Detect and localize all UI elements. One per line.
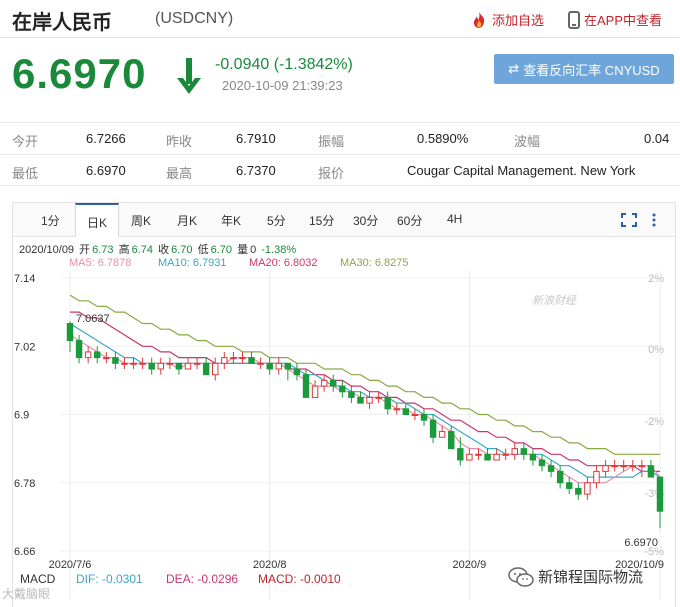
tab-yearly[interactable]: 年K (221, 212, 241, 229)
macd-value: MACD: -0.0010 (258, 572, 341, 586)
wechat-source: 新锦程国际物流 (508, 566, 643, 587)
kline-chart-card: 1分 日K 周K 月K 年K 5分 15分 30分 60分 4H 2020/10… (12, 202, 676, 607)
low-label: 低 (197, 244, 209, 256)
range-value: 0.04 (644, 131, 670, 146)
ohlc-readout: 2020/10/09 开 6.73 高 6.74 收 6.70 低 6.70 量0 -1… (19, 241, 298, 257)
open-label: 开 (79, 244, 91, 256)
ma10-legend: MA10: 6.7931 (158, 257, 227, 269)
tab-15min[interactable]: 15分 (309, 212, 334, 229)
stats-table: 今开 6.7266 昨收 6.7910 振幅 0.5890% 波幅 0.04 最… (0, 122, 680, 186)
high-label: 高 (118, 244, 130, 256)
quote-source-value: Cougar Capital Management. New York (407, 163, 636, 178)
current-price: 6.6970 (12, 50, 147, 97)
open-in-app-button[interactable]: 在APP中查看 (568, 10, 662, 29)
high-value: 6.74 (131, 244, 154, 256)
prev-close-value: 6.7910 (236, 131, 276, 146)
ma5-legend: MA5: 6.7878 (69, 257, 132, 269)
stats-row: 最低 6.6970 最高 6.7370 报价 Cougar Capital Ma… (0, 154, 680, 186)
page-header: 在岸人民币 (USDCNY) 添加自选 在APP中查看 (0, 0, 680, 38)
tab-30min[interactable]: 30分 (353, 212, 378, 229)
fullscreen-icon[interactable] (621, 213, 637, 227)
tab-60min[interactable]: 60分 (397, 212, 422, 229)
prev-close-label: 昨收 (166, 134, 193, 149)
ohlc-date: 2020/10/09 (19, 244, 75, 256)
more-options-icon[interactable] (649, 213, 659, 227)
reverse-rate-button[interactable]: ⇄ 查看反向汇率 CNYUSD (494, 54, 674, 84)
currency-code: (USDCNY) (155, 10, 234, 27)
volume-label: 量 (237, 244, 249, 256)
macd-dea: DEA: -0.0296 (166, 572, 239, 586)
volume-value: 0 (250, 244, 257, 256)
flame-icon (473, 11, 485, 28)
stats-row: 今开 6.7266 昨收 6.7910 振幅 0.5890% 波幅 0.04 (0, 122, 680, 154)
ma20-legend: MA20: 6.8032 (249, 257, 318, 269)
low-label: 最低 (12, 166, 39, 181)
high-value: 6.7370 (236, 163, 276, 178)
tab-5min[interactable]: 5分 (267, 212, 286, 229)
amplitude-value: 0.5890% (417, 131, 469, 146)
ma30-legend: MA30: 6.8275 (340, 257, 409, 269)
sina-watermark: 新浪财经 (532, 295, 576, 307)
tab-weekly[interactable]: 周K (131, 212, 151, 229)
low-value: 6.6970 (86, 163, 126, 178)
price-change: -0.0940 (-1.3842%) (215, 56, 353, 73)
open-value: 6.73 (92, 244, 114, 256)
amplitude-label: 振幅 (318, 134, 345, 149)
open-label: 今开 (12, 134, 39, 149)
close-label: 收 (158, 244, 170, 256)
reverse-rate-label: 查看反向汇率 CNYUSD (523, 62, 660, 78)
range-label: 波幅 (514, 134, 541, 149)
high-label: 最高 (166, 166, 193, 181)
down-arrow-icon (177, 58, 201, 94)
low-value: 6.70 (210, 244, 232, 256)
wechat-source-label: 新锦程国际物流 (538, 569, 644, 586)
period-tabs: 1分 日K 周K 月K 年K 5分 15分 30分 60分 4H (13, 203, 675, 237)
open-in-app-label: 在APP中查看 (584, 13, 663, 28)
close-value: 6.70 (171, 244, 193, 256)
wechat-icon (508, 566, 534, 587)
bottom-watermark: 大戴脑眼 (2, 587, 51, 601)
tab-1min[interactable]: 1分 (41, 212, 60, 229)
swap-icon: ⇄ (508, 61, 520, 76)
tab-daily[interactable]: 日K (75, 203, 119, 237)
quote-timestamp: 2020-10-09 21:39:23 (222, 78, 343, 93)
change-percent: -1.38% (261, 244, 297, 256)
add-favorite-label: 添加自选 (492, 13, 545, 28)
phone-icon (568, 10, 580, 29)
add-favorite-button[interactable]: 添加自选 (470, 10, 544, 29)
quote-source-label: 报价 (318, 166, 345, 181)
page-title: 在岸人民币 (12, 12, 112, 34)
macd-title: MACD (20, 572, 56, 586)
tab-monthly[interactable]: 月K (177, 212, 197, 229)
macd-dif: DIF: -0.0301 (76, 572, 143, 586)
tab-4h[interactable]: 4H (447, 212, 462, 226)
open-value: 6.7266 (86, 131, 126, 146)
